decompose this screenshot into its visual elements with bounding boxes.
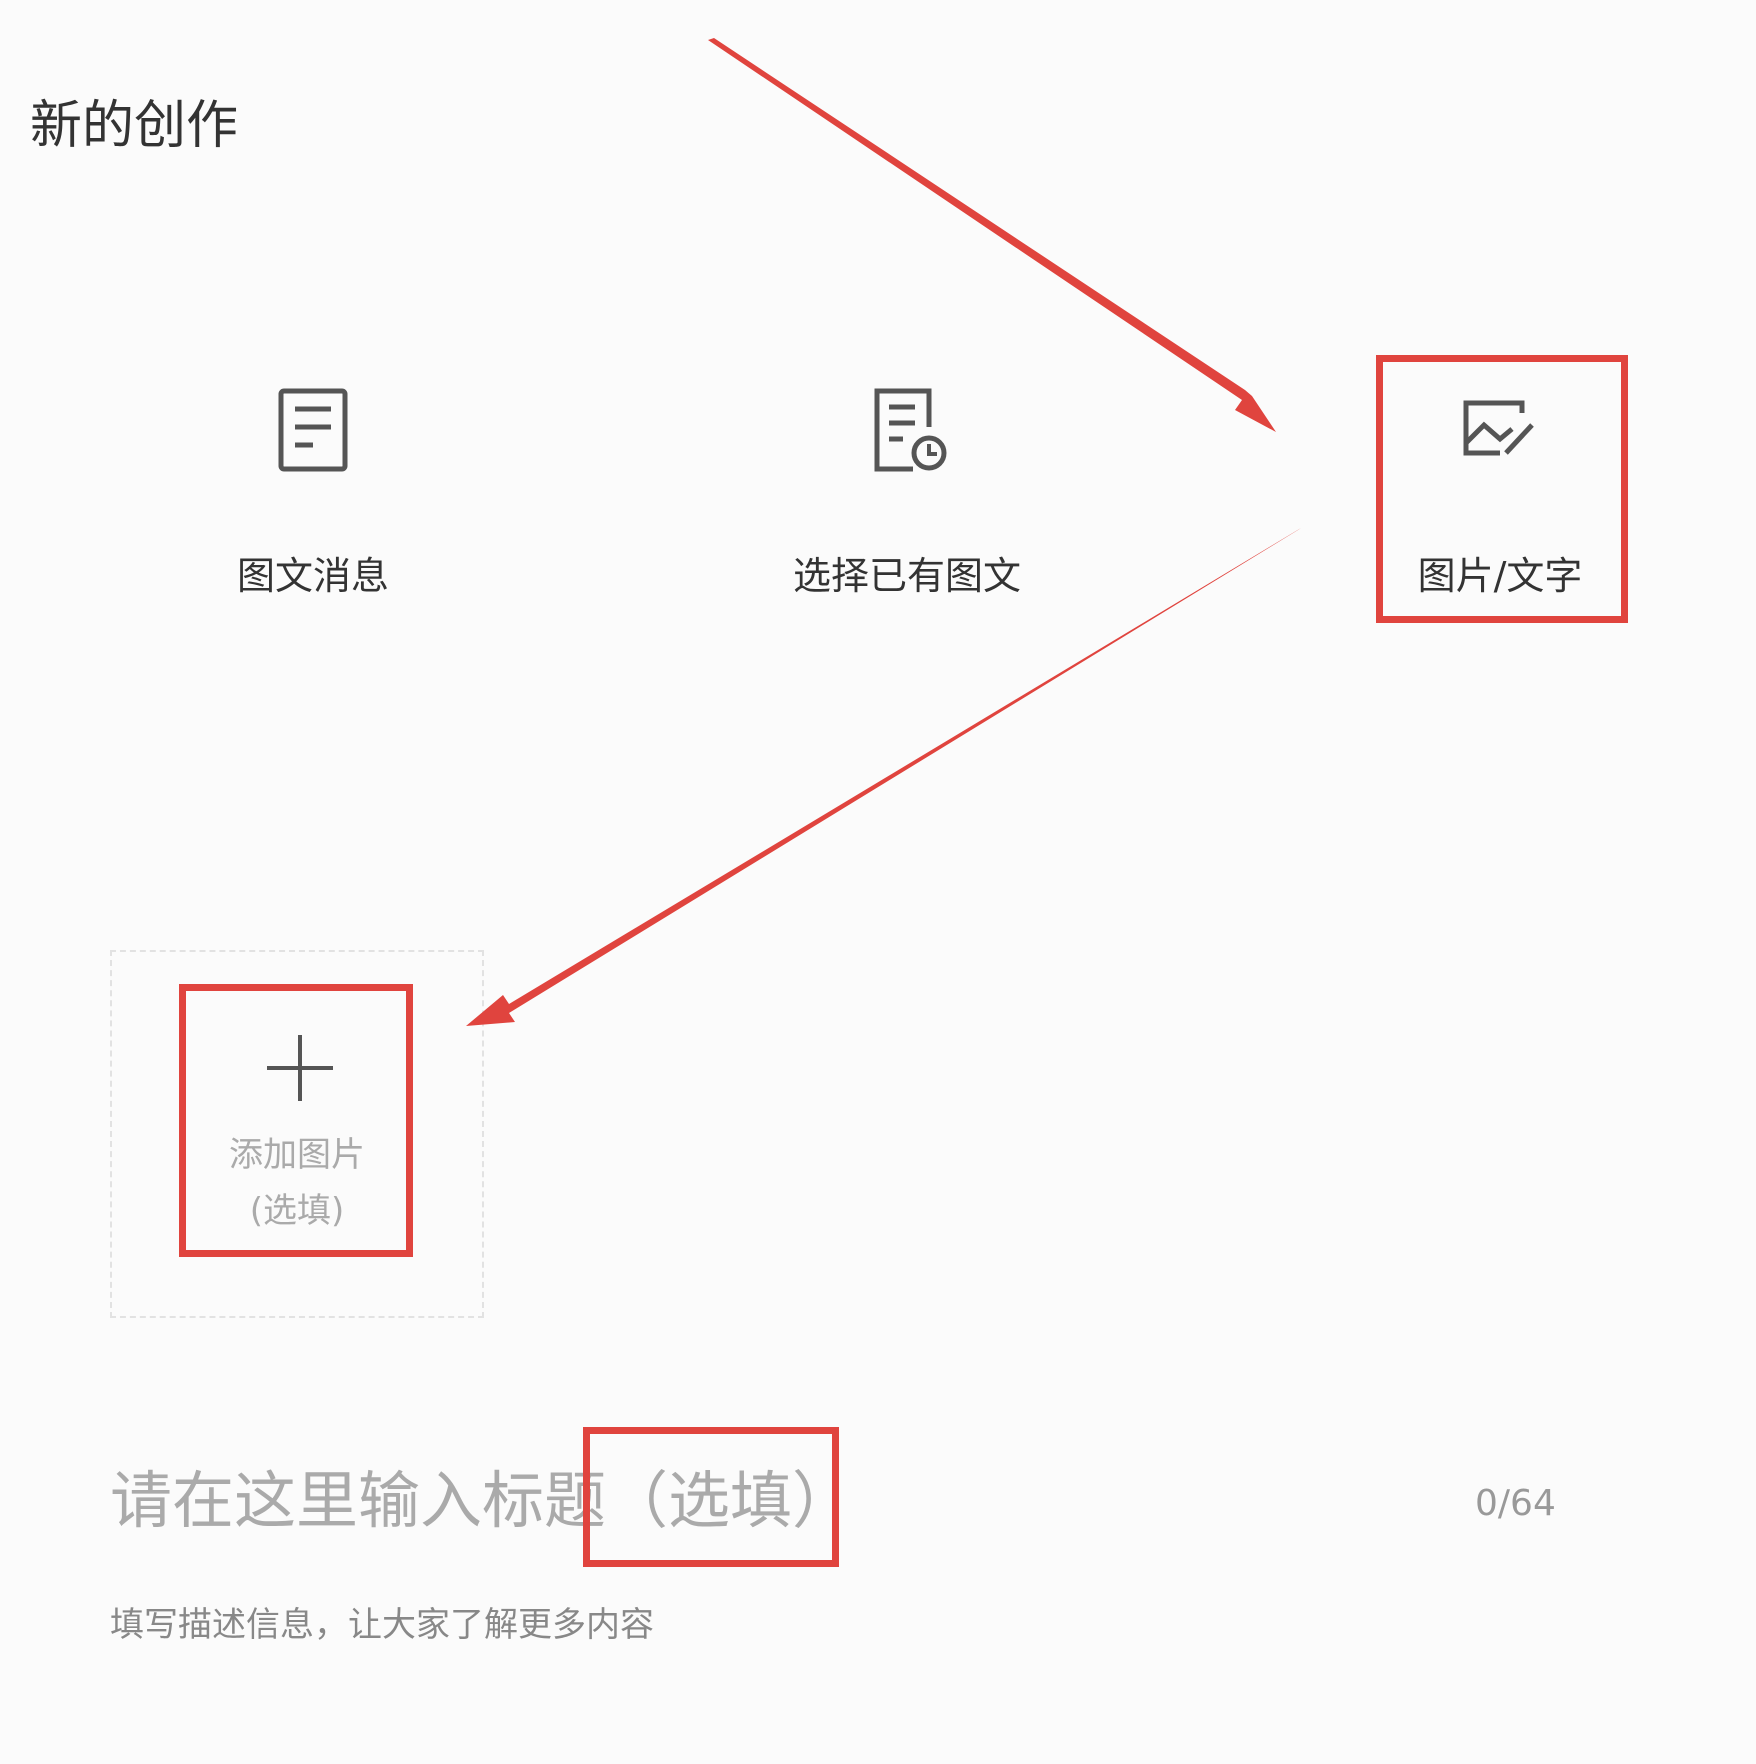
description-input[interactable] bbox=[110, 1595, 1510, 1655]
title-input[interactable] bbox=[110, 1455, 1210, 1545]
image-text-icon bbox=[1463, 400, 1534, 456]
option-select-existing-label: 选择已有图文 bbox=[792, 554, 1021, 598]
add-image-label-optional: (选填) bbox=[249, 1191, 345, 1231]
option-article-message[interactable]: 图文消息 bbox=[163, 385, 463, 615]
add-image-label-text: 添加图片 bbox=[229, 1135, 365, 1175]
plus-icon bbox=[267, 1035, 333, 1101]
title-char-counter: 0/64 bbox=[1475, 1483, 1556, 1524]
add-image-button[interactable]: 添加图片 (选填) bbox=[110, 950, 484, 1318]
add-image-label: 添加图片 (选填) bbox=[112, 1127, 482, 1239]
page-title: 新的创作 bbox=[30, 96, 239, 156]
option-article-message-label: 图文消息 bbox=[236, 554, 389, 598]
document-icon bbox=[278, 388, 348, 472]
option-image-text[interactable]: 图片/文字 bbox=[1350, 385, 1650, 615]
option-image-text-label: 图片/文字 bbox=[1417, 554, 1583, 598]
annotation-arrow-to-image-text bbox=[708, 38, 1276, 432]
option-select-existing[interactable]: 选择已有图文 bbox=[757, 385, 1057, 615]
document-clock-icon bbox=[874, 388, 947, 472]
